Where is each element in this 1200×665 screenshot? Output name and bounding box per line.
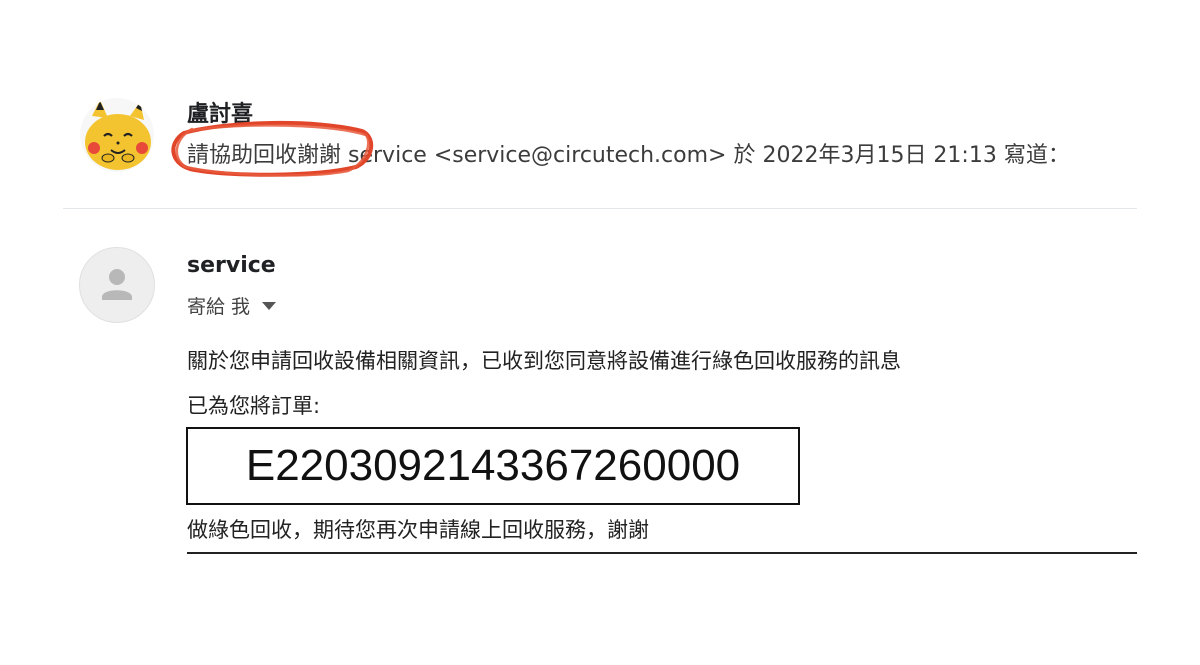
caret-down-icon[interactable] xyxy=(262,301,277,310)
body-text-line-2: 已為您將訂單: xyxy=(187,394,321,418)
quote-header: 請協助回收謝謝 service <service@circutech.com> … xyxy=(187,137,1070,169)
order-number: E2203092143367260000 xyxy=(245,441,741,490)
subject-highlight: 請協助回收謝謝 xyxy=(187,143,342,168)
sender-name[interactable]: service xyxy=(187,253,276,278)
person-icon xyxy=(102,269,132,300)
bottom-rule xyxy=(187,552,1137,554)
message-divider xyxy=(63,208,1137,209)
order-number-box: E2203092143367260000 xyxy=(186,427,800,505)
sender-avatar[interactable] xyxy=(79,247,155,323)
sender-avatar-top[interactable] xyxy=(80,98,154,172)
sender-name-top: 盧討喜 xyxy=(187,102,254,127)
recipient-label: 寄給 我 xyxy=(187,296,251,318)
cartoon-avatar-icon xyxy=(80,98,154,172)
quote-header-rest: service <service@circutech.com> 於 2022年3… xyxy=(348,143,1070,168)
body-text-line-3: 做綠色回收，期待您再次申請線上回收服務，謝謝 xyxy=(187,518,649,542)
recipient-details-toggle[interactable]: 寄給 我 xyxy=(187,292,277,319)
body-text-line-1: 關於您申請回收設備相關資訊，已收到您同意將設備進行綠色回收服務的訊息 xyxy=(187,349,901,373)
